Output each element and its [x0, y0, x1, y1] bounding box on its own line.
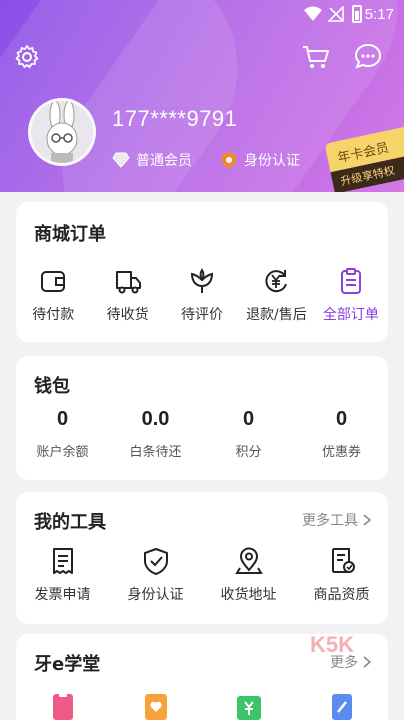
order-item-label: 待付款	[32, 307, 75, 323]
wallet-label: 积分	[235, 445, 262, 460]
shield-check-icon	[143, 548, 168, 575]
battery-icon	[352, 5, 362, 23]
user-phone: 177****9791	[112, 106, 238, 131]
verify-shield-icon	[222, 152, 236, 168]
order-pending-review[interactable]: 待评价	[165, 266, 239, 324]
academy-grid	[16, 690, 388, 720]
status-bar: 5:17	[0, 0, 404, 30]
tool-qualification[interactable]: 商品资质	[295, 546, 388, 604]
wallet-iou[interactable]: 0.0 白条待还	[109, 408, 202, 460]
location-pin-icon	[234, 547, 263, 574]
wallet-label: 账户余额	[36, 445, 89, 460]
order-pending-payment[interactable]: 待付款	[16, 266, 90, 324]
tools-grid: 发票申请 身份认证 收货地址 商品资质	[16, 546, 388, 604]
profile-header: 5:17 177****9791 普通会员 身份认证 年卡会员 升级享特权	[0, 0, 404, 192]
verify-label: 身份认证	[244, 153, 300, 169]
checklist-icon	[52, 692, 73, 720]
clipboard-icon	[340, 268, 361, 294]
status-time: 5:17	[364, 6, 394, 23]
wallet-points[interactable]: 0 积分	[202, 408, 295, 460]
wallet-title: 钱包	[34, 376, 70, 397]
tool-identity[interactable]: 身份认证	[109, 546, 202, 604]
academy-item[interactable]	[16, 690, 109, 720]
academy-item[interactable]	[109, 690, 202, 720]
more-tools-label: 更多工具	[302, 513, 358, 529]
shopping-cart-icon[interactable]	[302, 44, 330, 70]
orders-grid: 待付款 待收货 待评价 退款/售后 全部订单	[16, 266, 388, 324]
academy-item[interactable]	[295, 690, 388, 720]
academy-item[interactable]	[202, 690, 295, 720]
wifi-icon	[304, 6, 322, 21]
settings-gear-icon[interactable]	[14, 44, 40, 70]
site-watermark: K5K	[309, 632, 354, 657]
tool-label: 身份认证	[127, 587, 184, 603]
order-item-label: 待评价	[181, 307, 224, 323]
signal-off-icon	[328, 6, 344, 22]
note-edit-icon	[331, 694, 352, 720]
chevron-right-icon	[363, 656, 372, 668]
wallet-card: 钱包 0 账户余额 0.0 白条待还 0 积分 0 优惠券	[16, 356, 388, 480]
tool-address[interactable]: 收货地址	[202, 546, 295, 604]
order-item-label: 待收货	[106, 307, 149, 323]
order-refund[interactable]: 退款/售后	[239, 266, 313, 324]
order-all[interactable]: 全部订单	[314, 266, 388, 324]
orders-card: 商城订单 待付款 待收货 待评价 退款/售后 全部订单	[16, 202, 388, 342]
wallet-value: 0.0	[141, 408, 170, 430]
identity-verify-badge[interactable]: 身份认证	[220, 150, 300, 170]
member-badge[interactable]: 普通会员	[112, 150, 192, 170]
tool-label: 商品资质	[313, 587, 370, 603]
wallet-value: 0	[335, 408, 348, 430]
wallet-label: 白条待还	[129, 445, 182, 460]
chevron-right-icon	[363, 514, 372, 526]
tool-label: 收货地址	[220, 587, 277, 603]
order-item-label: 全部订单	[322, 307, 379, 323]
wallet-value: 0	[242, 408, 255, 430]
yuan-ticket-icon	[236, 696, 261, 720]
wallet-coupons[interactable]: 0 优惠券	[295, 408, 388, 460]
tools-title: 我的工具	[34, 512, 106, 533]
truck-icon	[115, 271, 141, 294]
diamond-icon	[112, 152, 130, 168]
heart-box-icon	[144, 694, 167, 720]
wallet-grid: 0 账户余额 0.0 白条待还 0 积分 0 优惠券	[16, 408, 388, 460]
tool-label: 发票申请	[34, 587, 91, 603]
order-pending-receipt[interactable]: 待收货	[90, 266, 164, 324]
refund-icon	[265, 270, 288, 293]
certificate-icon	[331, 548, 355, 573]
orders-title: 商城订单	[34, 224, 106, 245]
tool-invoice[interactable]: 发票申请	[16, 546, 109, 604]
more-tools-link[interactable]: 更多工具	[302, 510, 372, 530]
wallet-icon	[41, 271, 66, 292]
message-bubble-icon[interactable]	[354, 42, 382, 70]
annual-card-promo[interactable]: 年卡会员 升级享特权	[324, 125, 404, 192]
flower-icon	[191, 268, 214, 293]
avatar[interactable]	[28, 98, 96, 166]
member-label: 普通会员	[136, 153, 192, 169]
order-item-label: 退款/售后	[246, 307, 307, 323]
wallet-balance[interactable]: 0 账户余额	[16, 408, 109, 460]
invoice-icon	[52, 548, 73, 574]
tools-card: 我的工具 更多工具 发票申请 身份认证 收货地址 商品资质	[16, 492, 388, 624]
academy-title: 牙e学堂	[34, 654, 101, 675]
rabbit-avatar-icon	[46, 101, 78, 163]
wallet-label: 优惠券	[321, 445, 361, 460]
wallet-value: 0	[56, 408, 69, 430]
